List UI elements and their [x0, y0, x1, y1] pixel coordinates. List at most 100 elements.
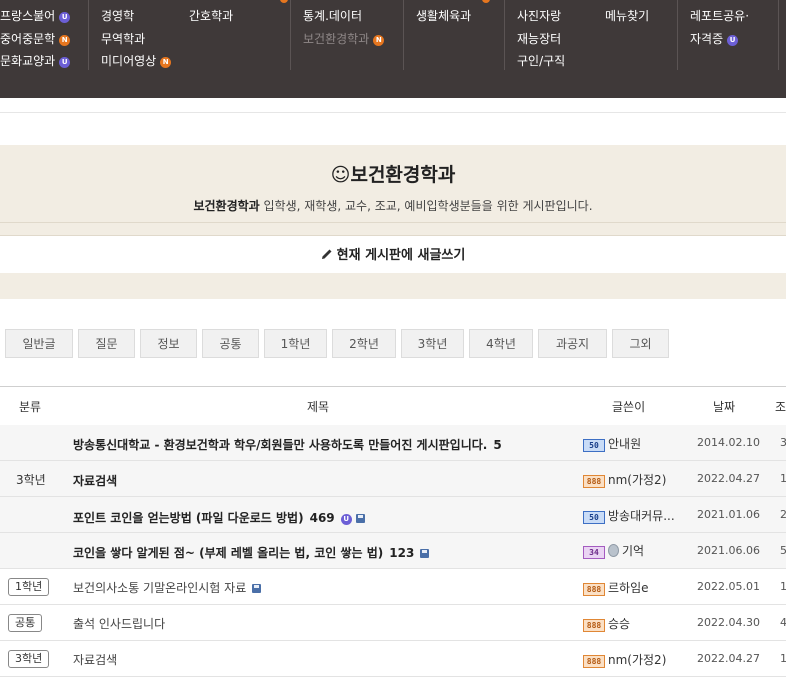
post-author[interactable]: 50 방송대커뮤...: [583, 507, 675, 524]
post-title-text: 자료검색: [73, 653, 118, 667]
level-badge: 888: [583, 583, 605, 596]
table-row[interactable]: 방송통신대학교 - 환경보건학과 학우/회원들만 사용하도록 만들어진 게시판입…: [0, 425, 786, 461]
post-category[interactable]: 공통: [8, 614, 43, 632]
nav-label: 프랑스불어: [0, 9, 56, 23]
update-badge: U: [59, 12, 71, 23]
pencil-icon: [321, 249, 332, 259]
post-date: 2014.02.10: [697, 436, 760, 449]
nav-item-trade[interactable]: 무역학과: [101, 31, 145, 47]
nav-item-sports[interactable]: 생활체육과: [416, 8, 471, 24]
post-title[interactable]: 보건의사소통 기말온라인시험 자료: [73, 579, 262, 596]
column-views: 조: [775, 400, 786, 414]
post-author[interactable]: 888 nm(가정2): [583, 651, 666, 668]
write-new-post-button[interactable]: 현재 게시판에 새글쓰기: [0, 244, 786, 263]
post-title[interactable]: 포인트 코인을 얻는방법 (파일 다운로드 방법) 469 U: [73, 509, 365, 526]
nav-item-statistics[interactable]: 통계.데이터: [303, 8, 362, 24]
table-row[interactable]: 포인트 코인을 얻는방법 (파일 다운로드 방법) 469 U 50 방송대커뮤...…: [0, 497, 786, 533]
attachment-icon: [420, 549, 430, 558]
author-name: 르하임e: [608, 581, 649, 595]
post-views: 1: [780, 472, 786, 485]
nav-label: 문화교양과: [0, 54, 56, 68]
nav-item-france[interactable]: 프랑스불어 U: [0, 8, 71, 24]
nav-item-culture[interactable]: 문화교양과 U: [0, 53, 71, 69]
board-description-text: 입학생, 재학생, 교수, 조교, 예비입학생분들을 위한 게시판입니다.: [259, 199, 593, 213]
board-description: 보건환경학과 입학생, 재학생, 교수, 조교, 예비입학생분들을 위한 게시판…: [0, 197, 786, 214]
post-title[interactable]: 방송통신대학교 - 환경보건학과 학우/회원들만 사용하도록 만들어진 게시판입…: [73, 436, 502, 453]
post-date: 2021.01.06: [697, 508, 760, 521]
nav-item-jobs[interactable]: 구인/구직: [517, 53, 565, 69]
tab-other[interactable]: 그외: [612, 329, 669, 358]
table-row[interactable]: 3학년 자료검색 888 nm(가정2) 2022.04.27 1: [0, 641, 786, 677]
post-title[interactable]: 코인을 쌓다 알게된 점~ (부제 레벨 올리는 법, 코인 쌓는 법) 123: [73, 544, 430, 561]
top-navigation: 프랑스불어 U 중어중문학 N 문화교양과 U 경영학 무역학과 미디어영상 N 간호학…: [0, 0, 786, 98]
author-name: nm(가정2): [608, 653, 667, 667]
new-badge: N: [160, 57, 172, 68]
update-badge: U: [59, 57, 71, 68]
post-views: 1: [780, 652, 786, 665]
author-name: 승승: [608, 617, 631, 631]
category-pill: 1학년: [8, 578, 50, 596]
post-date: 2022.04.27: [697, 472, 760, 485]
nav-column-3: 통계.데이터 보건환경학과 N: [291, 0, 404, 70]
post-views: 5: [780, 544, 786, 557]
medal-icon: [608, 544, 619, 557]
tab-year4[interactable]: 4학년: [469, 329, 533, 358]
attachment-icon: [355, 514, 365, 523]
nav-item-report[interactable]: 레포트공유·: [690, 8, 749, 24]
nav-item-chinese[interactable]: 중어중문학 N: [0, 31, 71, 47]
tab-year3[interactable]: 3학년: [401, 329, 464, 358]
post-title-text: 방송통신대학교 - 환경보건학과 학우/회원들만 사용하도록 만들어진 게시판입…: [73, 438, 488, 452]
post-title[interactable]: 자료검색: [73, 651, 117, 668]
post-title[interactable]: 출석 인사드립니다: [73, 615, 165, 632]
tab-general[interactable]: 일반글: [5, 329, 73, 358]
post-author[interactable]: 50 안내원: [583, 435, 641, 452]
nav-item-media[interactable]: 미디어영상 N: [101, 53, 172, 69]
nav-item-nursing[interactable]: 간호학과: [189, 8, 233, 24]
tab-common[interactable]: 공통: [202, 329, 259, 358]
nav-item-talent[interactable]: 재능장터: [517, 31, 561, 47]
table-row[interactable]: 코인을 쌓다 알게된 점~ (부제 레벨 올리는 법, 코인 쌓는 법) 123 …: [0, 533, 786, 569]
post-views: 4: [780, 616, 786, 629]
post-views: 1: [780, 580, 786, 593]
divider: [0, 222, 786, 223]
post-title-text: 자료검색: [73, 474, 118, 488]
comment-count: 469: [309, 511, 335, 525]
author-name: 방송대커뮤...: [608, 509, 675, 523]
nav-item-menu-search[interactable]: 메뉴찾기: [605, 8, 649, 24]
post-category[interactable]: 1학년: [8, 578, 50, 596]
nav-item-health-env[interactable]: 보건환경학과 N: [303, 31, 385, 47]
table-row[interactable]: 공통 출석 인사드립니다 888 승승 2022.04.30 4: [0, 605, 786, 641]
board-title: ☺보건환경학과: [330, 164, 456, 186]
write-label: 현재 게시판에 새글쓰기: [336, 248, 466, 263]
column-category: 분류: [19, 400, 42, 414]
level-badge: 888: [583, 655, 605, 668]
table-row[interactable]: 1학년 보건의사소통 기말온라인시험 자료 888 르하임e 2022.05.01…: [0, 569, 786, 605]
nav-item-photo[interactable]: 사진자랑: [517, 8, 561, 24]
tab-question[interactable]: 질문: [78, 329, 135, 358]
nav-item-business[interactable]: 경영학: [101, 8, 134, 24]
table-row[interactable]: 3학년 자료검색 888 nm(가정2) 2022.04.27 1: [0, 461, 786, 497]
post-author[interactable]: 888 nm(가정2): [583, 471, 666, 488]
new-dot: [482, 0, 490, 3]
table-header: [0, 386, 786, 426]
post-author[interactable]: 34 기억: [583, 542, 644, 559]
post-title[interactable]: 자료검색: [73, 472, 117, 489]
tab-info[interactable]: 정보: [140, 329, 197, 358]
level-badge: 888: [583, 475, 605, 488]
post-title-text: 출석 인사드립니다: [73, 617, 166, 631]
board-description-bold: 보건환경학과: [193, 199, 260, 213]
nav-column-6: 레포트공유· 자격증 U: [678, 0, 779, 70]
category-pill: 공통: [8, 614, 43, 632]
post-category[interactable]: 3학년: [8, 650, 50, 668]
post-author[interactable]: 888 승승: [583, 615, 630, 632]
nav-label: 미디어영상: [101, 54, 157, 68]
tab-dept-notice[interactable]: 과공지: [538, 329, 607, 358]
nav-item-license[interactable]: 자격증 U: [690, 31, 739, 47]
column-author: 글쓴이: [612, 400, 646, 414]
level-badge: 50: [583, 439, 605, 452]
nav-column-4: 생활체육과: [404, 0, 505, 70]
post-author[interactable]: 888 르하임e: [583, 579, 649, 596]
attachment-icon: [252, 584, 262, 593]
tab-year1[interactable]: 1학년: [264, 329, 327, 358]
tab-year2[interactable]: 2학년: [332, 329, 396, 358]
